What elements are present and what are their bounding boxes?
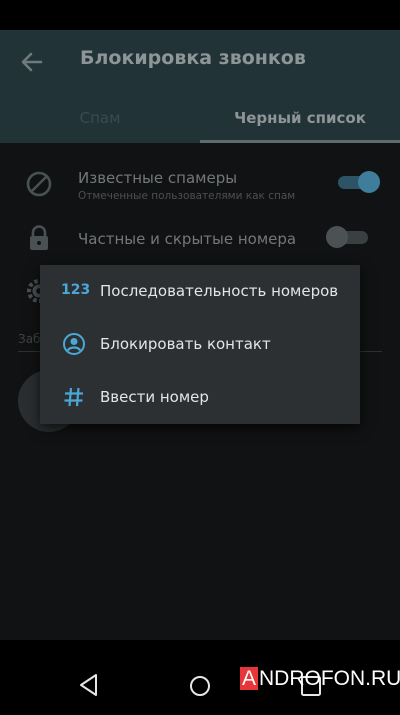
- setting-title: Известные спамеры: [78, 169, 238, 187]
- back-button[interactable]: [18, 48, 46, 76]
- known-spammers-toggle[interactable]: [334, 168, 380, 196]
- section-label: Заб: [18, 332, 41, 346]
- toggle-thumb: [326, 226, 348, 248]
- arrow-left-icon: [21, 52, 43, 72]
- page-title: Блокировка звонков: [80, 47, 306, 69]
- navigation-bar: A NDROFON.RU: [0, 640, 400, 715]
- tab-spam[interactable]: Спам: [0, 108, 200, 143]
- hash-icon: [64, 387, 83, 407]
- popup-menu: 123 Последовательность номеров Блокирова…: [40, 265, 360, 424]
- setting-title: Частные и скрытые номера: [78, 230, 297, 248]
- nav-home-icon[interactable]: [185, 671, 215, 701]
- number-sequence-icon: 123: [61, 282, 91, 298]
- status-bar: [0, 0, 400, 30]
- menu-item-enter-number[interactable]: Ввести номер: [40, 371, 360, 424]
- app-bar: Блокировка звонков Спам Черный список: [0, 30, 400, 143]
- setting-subtitle: Отмеченные пользователями как спам: [78, 190, 296, 202]
- tab-blacklist[interactable]: Черный список: [200, 108, 400, 143]
- block-icon: [26, 171, 52, 197]
- lock-icon: [30, 225, 48, 250]
- menu-item-label: Последовательность номеров: [100, 282, 339, 300]
- menu-item-label: Ввести номер: [100, 388, 209, 406]
- menu-item-block-contact[interactable]: Блокировать контакт: [40, 318, 360, 371]
- account-circle-icon: [63, 333, 85, 355]
- watermark-logo: A NDROFON.RU: [240, 667, 400, 690]
- private-numbers-toggle[interactable]: [326, 223, 372, 251]
- toggle-thumb: [358, 171, 380, 193]
- menu-item-number-sequence[interactable]: 123 Последовательность номеров: [40, 265, 360, 318]
- menu-item-label: Блокировать контакт: [100, 335, 271, 353]
- nav-back-icon[interactable]: [74, 670, 104, 700]
